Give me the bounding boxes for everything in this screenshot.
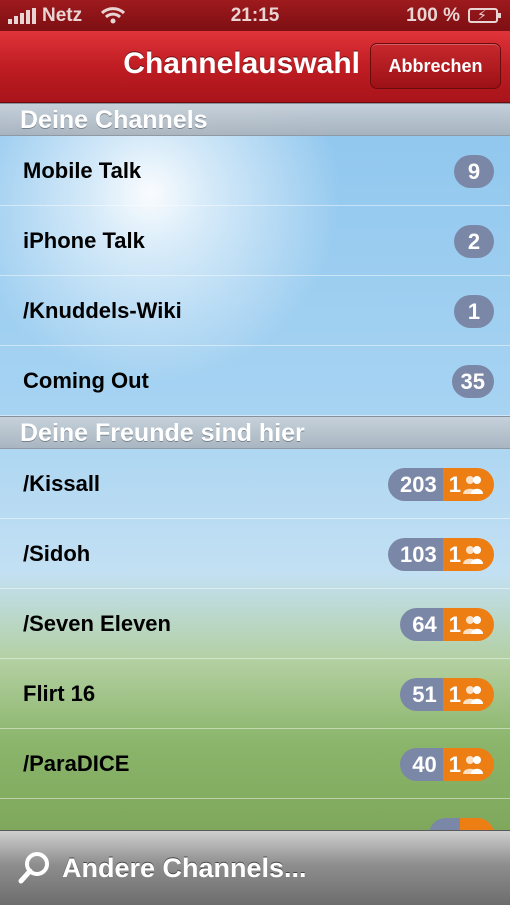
count-badge-group: 40 1 bbox=[400, 748, 494, 781]
user-count-badge: 203 bbox=[388, 468, 443, 501]
navigation-bar: Channelauswahl Abbrechen bbox=[0, 31, 510, 103]
cancel-button[interactable]: Abbrechen bbox=[370, 43, 501, 89]
user-count-badge: 2 bbox=[454, 225, 494, 258]
friends-count-badge: 1 bbox=[442, 468, 494, 501]
user-count-badge: 103 bbox=[388, 538, 443, 571]
section-header-friends-here: Deine Freunde sind hier bbox=[0, 416, 510, 449]
channel-name: /Seven Eleven bbox=[23, 611, 171, 636]
other-channels-label: Andere Channels... bbox=[62, 853, 307, 883]
count-badge-group: 51 1 bbox=[400, 678, 494, 711]
channel-name: Mobile Talk bbox=[23, 158, 142, 183]
list-item-partial[interactable] bbox=[0, 799, 510, 830]
friends-count: 1 bbox=[448, 682, 461, 707]
page-title: Channelauswahl bbox=[123, 47, 360, 80]
friends-icon bbox=[463, 685, 483, 704]
channel-name: iPhone Talk bbox=[23, 228, 145, 253]
list-item[interactable]: /Sidoh 103 1 bbox=[0, 519, 510, 589]
friends-count-badge: 1 bbox=[442, 608, 494, 641]
count-badge-group: 203 1 bbox=[388, 468, 494, 501]
friends-count-badge: 1 bbox=[442, 538, 494, 571]
user-count-badge: 40 bbox=[400, 748, 443, 781]
list-item[interactable]: Flirt 16 51 1 bbox=[0, 659, 510, 729]
friends-icon bbox=[463, 615, 483, 634]
friends-icon bbox=[463, 545, 483, 564]
battery-icon: ⚡ bbox=[468, 7, 501, 23]
list-item[interactable]: /ParaDICE 40 1 bbox=[0, 729, 510, 799]
friends-count: 1 bbox=[448, 472, 461, 497]
count-badge-group: 64 1 bbox=[400, 608, 494, 641]
friends-count: 1 bbox=[448, 542, 461, 567]
section-header-my-channels: Deine Channels bbox=[0, 103, 510, 136]
list-item[interactable]: /Kissall 203 1 bbox=[0, 449, 510, 519]
channel-name: /Knuddels-Wiki bbox=[23, 298, 182, 323]
battery-percentage: 100 % bbox=[406, 5, 460, 26]
user-count-badge: 1 bbox=[454, 295, 494, 328]
friends-count-badge: 1 bbox=[442, 748, 494, 781]
user-count-badge: 51 bbox=[400, 678, 443, 711]
channel-name: Flirt 16 bbox=[23, 681, 96, 706]
friends-count-badge: 1 bbox=[442, 678, 494, 711]
other-channels-search-bar[interactable]: Andere Channels... bbox=[0, 830, 510, 905]
friends-icon bbox=[463, 755, 483, 774]
user-count-badge: 9 bbox=[454, 155, 494, 188]
search-icon bbox=[18, 850, 52, 889]
channel-list[interactable]: Deine Channels Mobile Talk 9 iPhone Talk… bbox=[0, 103, 510, 830]
count-badge-group: 103 1 bbox=[388, 538, 494, 571]
list-item[interactable]: Mobile Talk 9 bbox=[0, 136, 510, 206]
list-item[interactable]: /Knuddels-Wiki 1 bbox=[0, 276, 510, 346]
list-item[interactable]: iPhone Talk 2 bbox=[0, 206, 510, 276]
status-bar: Netz 21:15 100 % ⚡ bbox=[0, 0, 510, 31]
friends-count: 1 bbox=[448, 612, 461, 637]
channel-name: /Kissall bbox=[23, 471, 101, 496]
friends-icon bbox=[463, 475, 483, 494]
count-badge-group bbox=[429, 818, 494, 830]
user-count-badge bbox=[429, 818, 460, 830]
list-item[interactable]: Coming Out 35 bbox=[0, 346, 510, 416]
friends-count-badge bbox=[459, 818, 494, 830]
user-count-badge: 64 bbox=[400, 608, 443, 641]
channel-name: Coming Out bbox=[23, 368, 149, 393]
friends-count: 1 bbox=[448, 752, 461, 777]
list-item[interactable]: /Seven Eleven 64 1 bbox=[0, 589, 510, 659]
channel-name: /Sidoh bbox=[23, 541, 91, 566]
user-count-badge: 35 bbox=[451, 365, 494, 398]
channel-name: /ParaDICE bbox=[23, 751, 130, 776]
